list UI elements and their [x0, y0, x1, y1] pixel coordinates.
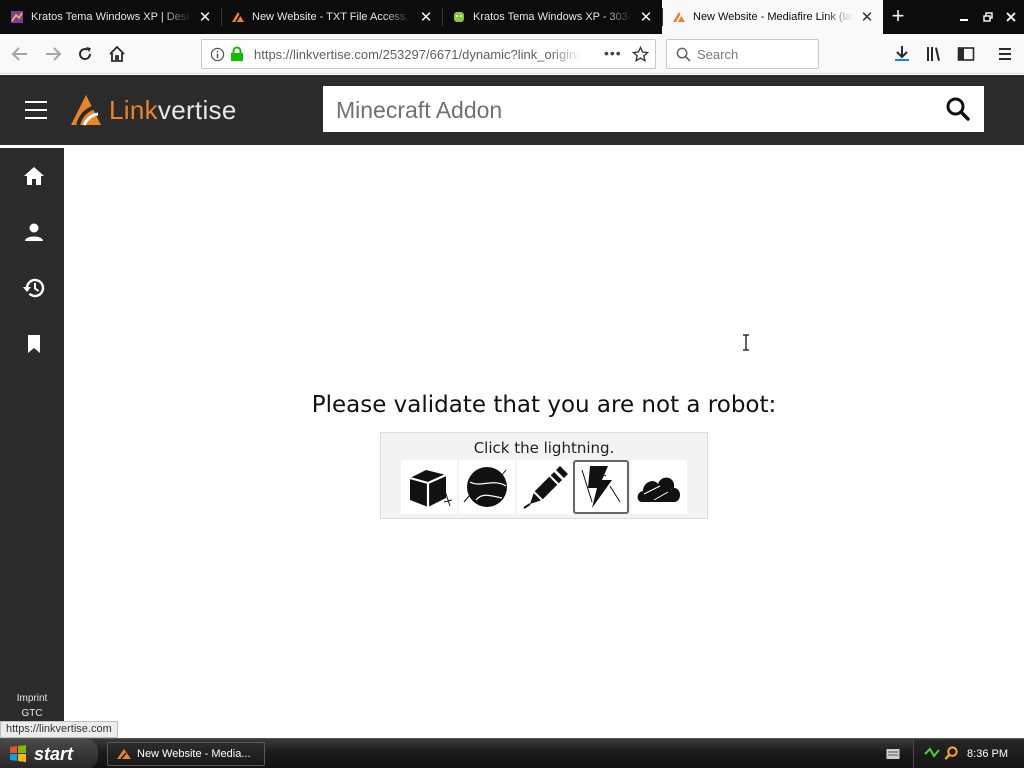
captcha-heading: Please validate that you are not a robot… [311, 392, 777, 418]
sidebar-item-bookmarks[interactable] [20, 330, 48, 358]
sidebar-link-imprint[interactable]: Imprint [0, 693, 64, 704]
forward-button[interactable] [41, 42, 65, 66]
browser-tab[interactable]: Kratos Tema Windows XP | Desktop ✕ [0, 0, 221, 34]
system-clock: 8:36 PM [967, 748, 1008, 760]
restore-button[interactable] [977, 6, 998, 27]
taskbar-window-button[interactable]: New Website - Media... [107, 742, 265, 766]
text-cursor-icon [743, 334, 749, 351]
search-icon[interactable] [945, 96, 971, 122]
user-icon [25, 223, 43, 241]
status-url-tooltip: https://linkvertise.com [0, 721, 118, 738]
android-favicon-icon [452, 10, 466, 24]
reload-icon [79, 47, 92, 60]
bookmark-star-icon[interactable] [632, 46, 649, 63]
linkvertise-favicon-icon [231, 10, 245, 24]
info-icon[interactable] [210, 47, 225, 62]
sidebar-item-home[interactable] [20, 162, 48, 190]
back-button[interactable] [8, 42, 32, 66]
tab-close-icon[interactable]: ✕ [197, 9, 213, 26]
logo-text-link: Link [109, 94, 158, 125]
captcha-instruction: Click the lightning. [473, 439, 615, 457]
browser-tab[interactable]: Kratos Tema Windows XP - 30349 ✕ [442, 0, 662, 34]
history-icon [23, 278, 45, 298]
taskbar-window-title: New Website - Media... [137, 748, 251, 760]
browser-tab[interactable]: New Website - TXT File Access, Z ✕ [221, 0, 442, 34]
new-tab-button[interactable]: + [884, 5, 912, 29]
cube-icon [409, 470, 453, 507]
tab-close-icon[interactable]: ✕ [418, 9, 434, 26]
cloud-icon [637, 477, 680, 502]
browser-search-field[interactable]: Search [666, 39, 819, 69]
forward-arrow-icon [46, 47, 62, 61]
start-label: start [34, 743, 74, 764]
network-icon[interactable] [924, 747, 940, 761]
lock-icon[interactable] [230, 46, 244, 62]
captcha-option-lightning[interactable] [573, 460, 629, 514]
menu-button[interactable] [993, 42, 1017, 66]
minimize-button[interactable] [953, 6, 974, 27]
library-button[interactable] [922, 42, 946, 66]
tab-title: New Website - TXT File Access, Z [252, 11, 412, 23]
pencil-icon [523, 466, 568, 509]
captcha-option-cloud[interactable] [631, 460, 687, 514]
windows-flag-icon [10, 745, 26, 762]
captcha-widget: Click the lightning. [380, 432, 708, 519]
linkvertise-logo[interactable]: Linkvertise [69, 92, 237, 128]
sidebar-icon [957, 47, 975, 61]
sidebar-item-account[interactable] [20, 218, 48, 246]
minimize-icon [959, 18, 968, 21]
start-button[interactable]: start [0, 739, 98, 768]
download-icon [895, 46, 909, 61]
sidebar-toggle-button[interactable] [954, 42, 978, 66]
browser-tab-strip: Kratos Tema Windows XP | Desktop ✕ New W… [0, 0, 1024, 34]
tab-close-icon[interactable]: ✕ [859, 9, 875, 26]
captcha-option-globe[interactable] [459, 460, 515, 514]
search-icon [676, 47, 691, 62]
site-search-input[interactable]: Minecraft Addon [323, 86, 984, 132]
browser-window-icon [117, 749, 131, 760]
back-arrow-icon [11, 47, 27, 61]
hamburger-menu-icon[interactable] [25, 101, 47, 119]
tab-close-icon[interactable]: ✕ [638, 9, 654, 26]
kratos-image-favicon-icon [10, 10, 24, 24]
downloads-button[interactable] [890, 42, 914, 66]
search-placeholder: Search [697, 47, 739, 62]
captcha-option-pencil[interactable] [517, 460, 573, 514]
logo-text-vertise: vertise [157, 94, 237, 125]
logo-mark-icon [71, 95, 101, 126]
navigation-toolbar: https://linkvertise.com/253297/6671/dyna… [0, 34, 1024, 74]
site-header: Linkvertise Minecraft Addon [0, 75, 1024, 145]
lightning-icon [581, 466, 621, 508]
tab-title: Kratos Tema Windows XP - 30349 [473, 11, 632, 23]
tab-title: New Website - Mediafire Link (latest) [693, 11, 853, 23]
windows-taskbar: start New Website - Media... 8:36 PM [0, 738, 1024, 768]
reload-button[interactable] [73, 42, 97, 66]
linkvertise-favicon-icon [672, 10, 686, 24]
captcha-option-cube[interactable] [401, 460, 457, 514]
address-bar[interactable]: https://linkvertise.com/253297/6671/dyna… [201, 39, 656, 69]
home-button[interactable] [105, 42, 129, 66]
page-actions-icon[interactable]: ••• [604, 45, 622, 61]
close-icon [1005, 11, 1016, 22]
browser-tab-active[interactable]: New Website - Mediafire Link (latest) ✕ [662, 0, 883, 34]
system-tray: 8:36 PM [886, 740, 1024, 768]
bookmark-icon [28, 335, 40, 353]
sidebar-link-gtc[interactable]: GTC [0, 708, 64, 719]
home-icon [109, 45, 125, 62]
tab-title: Kratos Tema Windows XP | Desktop [31, 11, 191, 23]
keyboard-icon[interactable] [886, 748, 900, 760]
globe-icon [463, 467, 507, 507]
library-icon [927, 47, 940, 61]
site-search-value: Minecraft Addon [336, 97, 503, 123]
site-sidebar: Imprint GTC [0, 148, 64, 738]
home-icon [24, 167, 44, 185]
close-window-button[interactable] [1000, 6, 1021, 27]
menu-icon [999, 48, 1011, 60]
restore-icon [982, 11, 993, 22]
url-text[interactable]: https://linkvertise.com/253297/6671/dyna… [254, 47, 582, 62]
search-icon[interactable] [944, 746, 959, 761]
sidebar-item-history[interactable] [20, 274, 48, 302]
